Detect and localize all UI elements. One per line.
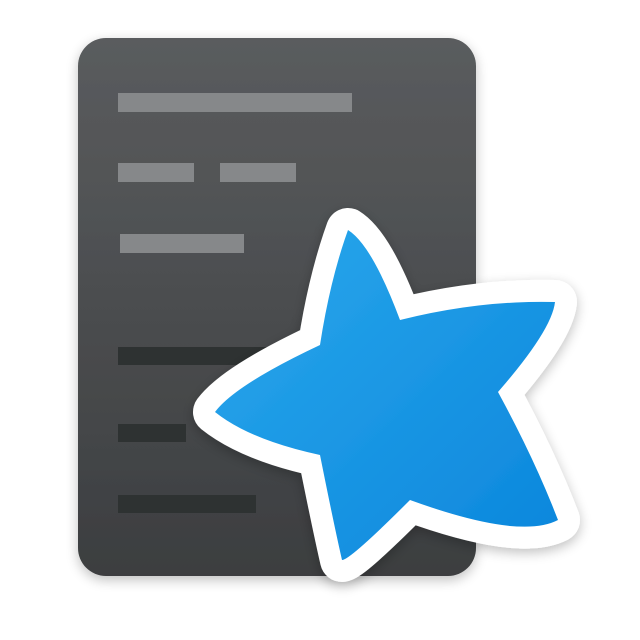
card-line xyxy=(120,234,244,253)
card-line xyxy=(118,163,194,182)
card-line xyxy=(118,424,186,442)
card-line xyxy=(118,495,256,513)
card-line xyxy=(118,93,352,112)
card-line xyxy=(220,163,296,182)
app-icon xyxy=(78,38,580,582)
